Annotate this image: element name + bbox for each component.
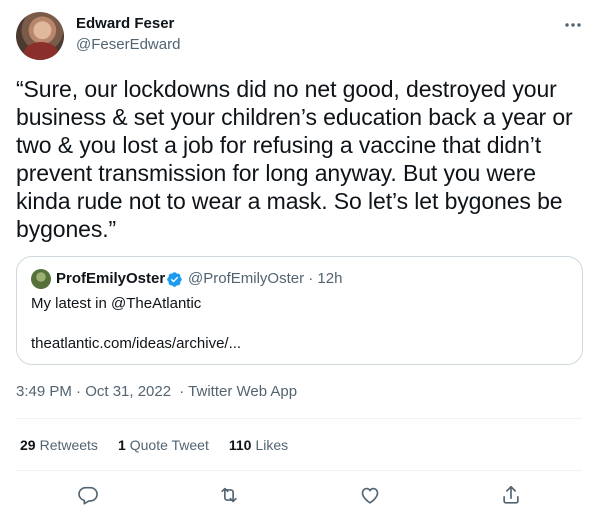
quoted-tweet-card[interactable]: ProfEmilyOster @ProfEmilyOster · 12h My … xyxy=(16,256,583,365)
tweet-stats: 29 Retweets 1 Quote Tweet 110 Likes xyxy=(20,437,308,453)
share-icon[interactable] xyxy=(500,484,522,506)
author-name[interactable]: Edward Feser xyxy=(76,15,174,32)
likes-label: Likes xyxy=(255,437,289,453)
likes-count: 110 xyxy=(228,437,252,453)
tweet-text: “Sure, our lockdowns did no net good, de… xyxy=(16,76,579,242)
tweet-meta: 3:49 PM · Oct 31, 2022 · Twitter Web App xyxy=(16,383,301,400)
author-avatar[interactable] xyxy=(16,12,64,60)
action-bar xyxy=(0,484,598,506)
likes-stat[interactable]: 110 Likes xyxy=(229,437,288,453)
heart-icon[interactable] xyxy=(359,484,381,506)
quoted-tweet-link[interactable]: theatlantic.com/ideas/archive/... xyxy=(31,335,241,352)
retweets-label: Retweets xyxy=(39,437,98,453)
quoted-author-avatar xyxy=(31,269,51,289)
retweet-icon[interactable] xyxy=(218,484,240,506)
divider-bottom xyxy=(16,470,582,471)
quoted-author-name: ProfEmilyOster xyxy=(56,270,166,287)
tweet-source[interactable]: · Twitter Web App xyxy=(179,383,297,400)
more-options-icon[interactable] xyxy=(562,18,584,32)
quoted-author-handle: @ProfEmilyOster · 12h xyxy=(188,270,343,287)
reply-icon[interactable] xyxy=(77,484,99,506)
quote-tweets-stat[interactable]: 1 Quote Tweet xyxy=(118,437,209,453)
tweet-timestamp[interactable]: 3:49 PM · Oct 31, 2022 xyxy=(16,383,171,400)
retweets-count: 29 xyxy=(20,437,36,453)
divider-top xyxy=(16,418,582,419)
quote-tweets-count: 1 xyxy=(117,437,126,453)
verified-badge-icon xyxy=(166,271,183,288)
author-handle[interactable]: @FeserEdward xyxy=(76,36,180,53)
quoted-tweet-text: My latest in @TheAtlantic xyxy=(31,295,202,312)
retweets-stat[interactable]: 29 Retweets xyxy=(20,437,98,453)
quote-tweets-label: Quote Tweet xyxy=(129,437,209,453)
